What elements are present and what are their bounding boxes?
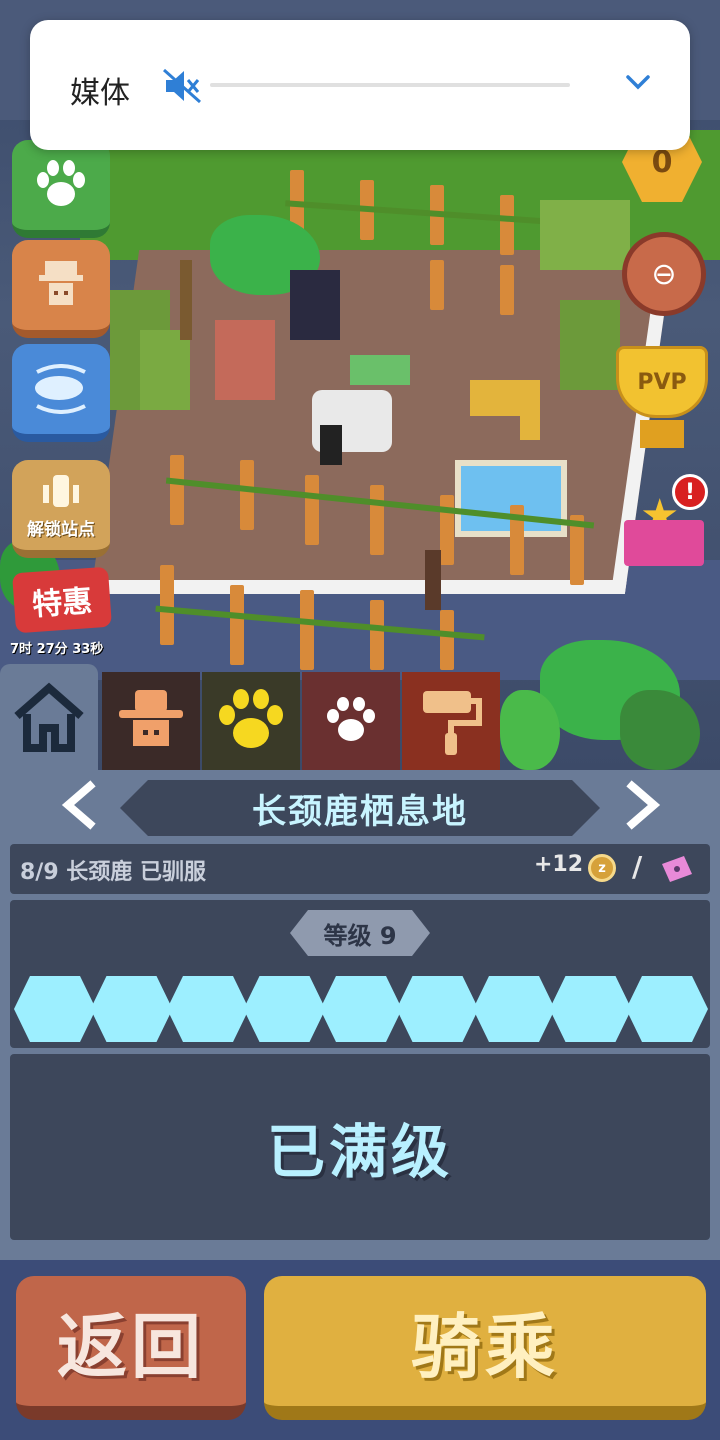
ride-button[interactable]: 骑乘 — [264, 1276, 706, 1420]
fence-post — [370, 600, 384, 670]
fence-post — [500, 195, 514, 255]
gift-icon — [624, 520, 704, 566]
level-segment — [14, 976, 96, 1042]
level-label: 等级 9 — [323, 921, 397, 950]
fence-post — [300, 590, 314, 670]
giraffe-neck — [520, 400, 540, 440]
paw-print-icon — [327, 697, 375, 741]
cowboy-icon — [119, 690, 183, 746]
coin-icon: z — [588, 854, 616, 882]
max-level-text: 已满级 — [266, 1118, 453, 1186]
offer-timer: 7时 27分 33秒 — [10, 642, 104, 657]
alert-mark: ! — [684, 479, 696, 505]
tamed-count: 8/9 长颈鹿 已驯服 — [20, 860, 206, 885]
volume-slider[interactable] — [210, 83, 570, 87]
ranger-button[interactable] — [12, 240, 110, 338]
blimp-button[interactable] — [12, 344, 110, 442]
watermelon — [620, 690, 700, 770]
tab-pets[interactable] — [302, 672, 400, 770]
fence-post — [230, 585, 244, 665]
volume-muted-icon[interactable] — [162, 66, 202, 106]
level-segment — [473, 976, 555, 1042]
fence-post — [160, 565, 174, 645]
fence-post — [430, 260, 444, 310]
habitat-title-pill: 长颈鹿栖息地 — [120, 780, 600, 836]
station-icon — [43, 474, 79, 507]
special-offer-button[interactable]: 特惠 — [12, 566, 112, 634]
fence-post — [440, 610, 454, 670]
tab-rangers[interactable] — [102, 672, 200, 770]
ranger-icon — [39, 261, 83, 305]
paw-icon — [37, 160, 85, 206]
fence-post — [240, 460, 254, 530]
fence-post — [305, 475, 319, 545]
paw-icon — [219, 689, 283, 748]
tab-bar — [0, 664, 500, 770]
animals-button[interactable] — [12, 140, 110, 238]
back-button[interactable]: 返回 — [16, 1276, 246, 1420]
paint-roller-icon — [423, 691, 482, 755]
tab-home[interactable] — [0, 664, 98, 770]
visitor — [425, 550, 441, 610]
fence-post — [440, 495, 454, 565]
animal[interactable] — [215, 320, 275, 400]
rider-character[interactable] — [290, 270, 340, 340]
reward-amount: +12 — [534, 852, 584, 877]
wheel-button[interactable]: ⊖ — [622, 232, 706, 316]
trophy-icon: PVP — [616, 346, 708, 418]
pvp-label: PVP — [637, 369, 687, 395]
pvp-button[interactable]: PVP — [612, 346, 712, 450]
level-pill: 等级 9 — [290, 910, 430, 956]
previous-habitat-arrow[interactable] — [56, 780, 106, 830]
coin-glyph: z — [598, 860, 606, 876]
tamed-info-row: 8/9 长颈鹿 已驯服 +12 z / — [10, 844, 710, 894]
sheep-head — [320, 425, 342, 465]
unlock-station-button[interactable]: 解锁站点 — [12, 460, 110, 558]
next-habitat-arrow[interactable] — [616, 780, 666, 830]
habitat-title: 长颈鹿栖息地 — [252, 791, 468, 832]
reward-separator: / — [632, 850, 643, 883]
ride-button-label: 骑乘 — [411, 1305, 559, 1388]
home-icon — [14, 682, 84, 752]
tab-decorate[interactable] — [402, 672, 500, 770]
wheel-icon: ⊖ — [651, 256, 677, 292]
fence-post — [500, 265, 514, 315]
tree — [540, 200, 630, 270]
level-segment — [167, 976, 249, 1042]
fence-post — [170, 455, 184, 525]
level-segment — [90, 976, 173, 1042]
tree — [140, 330, 190, 410]
fence-post — [370, 485, 384, 555]
level-segment — [243, 976, 326, 1042]
ticket-icon — [662, 856, 692, 882]
level-segment — [396, 976, 479, 1042]
tree — [560, 300, 620, 390]
level-segment — [626, 976, 708, 1042]
tab-animals[interactable] — [202, 672, 300, 770]
chevron-down-icon[interactable] — [622, 66, 654, 98]
trophy-base — [640, 420, 684, 448]
special-offer-label: 特惠 — [31, 583, 94, 624]
max-level-box: 已满级 — [10, 1054, 710, 1240]
blimp-icon — [35, 364, 86, 414]
media-volume-popup: 媒体 — [30, 20, 690, 150]
level-segment — [549, 976, 632, 1042]
unlock-station-label: 解锁站点 — [27, 519, 95, 540]
animal[interactable] — [350, 355, 410, 385]
alert-badge: ! — [672, 474, 708, 510]
media-label: 媒体 — [70, 76, 130, 111]
gate-post — [180, 260, 192, 340]
back-button-label: 返回 — [57, 1305, 205, 1388]
level-segment — [320, 976, 402, 1042]
